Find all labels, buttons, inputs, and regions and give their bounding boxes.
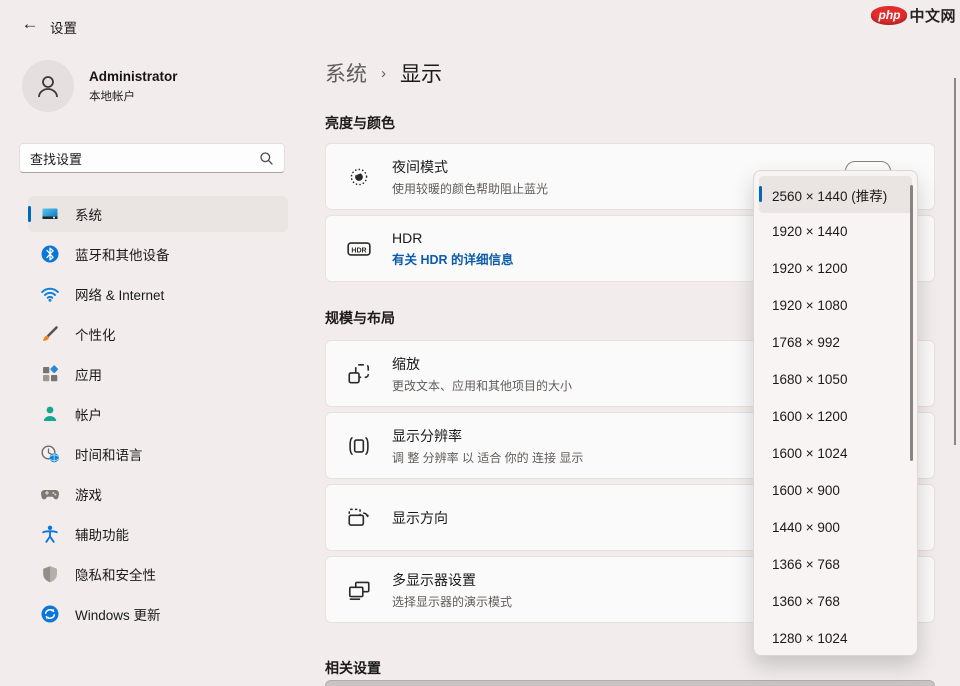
next-card-partial xyxy=(325,680,935,686)
account-name: Administrator xyxy=(89,69,178,84)
breadcrumb: 系统 › 显示 xyxy=(325,58,442,88)
sidebar-item-accessibility[interactable]: 辅助功能 xyxy=(28,516,288,552)
resolution-option[interactable]: 1920 × 1080 xyxy=(759,287,912,324)
sidebar-item-label: 游戏 xyxy=(75,484,102,504)
resolution-option[interactable]: 1360 × 768 xyxy=(759,583,912,620)
gamepad-icon xyxy=(40,484,60,504)
scale-title: 缩放 xyxy=(392,354,572,374)
scale-icon xyxy=(346,361,372,387)
apps-icon xyxy=(40,364,60,384)
resolution-icon xyxy=(346,433,372,459)
accessibility-icon xyxy=(40,524,60,544)
resolution-option[interactable]: 1600 × 1200 xyxy=(759,398,912,435)
sidebar: Administrator 本地帐户 查找设置 系统 xyxy=(0,46,310,686)
resolution-option[interactable]: 1280 × 1024 xyxy=(759,620,912,657)
multi-display-title: 多显示器设置 xyxy=(392,570,512,590)
resolution-subtitle: 调 整 分辨率 以 适合 你的 连接 显示 xyxy=(392,449,583,466)
sidebar-item-label: 隐私和安全性 xyxy=(75,564,156,584)
account-block[interactable]: Administrator 本地帐户 xyxy=(22,60,178,112)
resolution-option[interactable]: 1366 × 768 xyxy=(759,546,912,583)
sidebar-nav: 系统 蓝牙和其他设备 网络 & Internet xyxy=(28,196,288,636)
search-placeholder: 查找设置 xyxy=(30,149,259,168)
section-related-settings: 相关设置 xyxy=(325,658,381,678)
hdr-icon: HDR xyxy=(346,236,372,262)
resolution-option[interactable]: 2560 × 1440 (推荐) xyxy=(759,176,912,213)
dropdown-scrollbar[interactable] xyxy=(910,185,913,461)
sidebar-item-time-language[interactable]: 时间和语言 xyxy=(28,436,288,472)
title-bar: ← 设置 php 中文网 xyxy=(0,0,960,46)
sidebar-item-bluetooth[interactable]: 蓝牙和其他设备 xyxy=(28,236,288,272)
update-icon xyxy=(40,604,60,624)
wifi-icon xyxy=(40,284,60,304)
system-icon xyxy=(40,204,60,224)
sidebar-item-label: 应用 xyxy=(75,364,102,384)
resolution-option[interactable]: 1600 × 900 xyxy=(759,472,912,509)
shield-icon xyxy=(40,564,60,584)
multi-display-icon xyxy=(346,577,372,603)
night-light-subtitle: 使用较暖的颜色帮助阻止蓝光 xyxy=(392,180,548,197)
resolution-dropdown: 2560 × 1440 (推荐) 1920 × 1440 1920 × 1200… xyxy=(753,170,918,656)
orientation-icon xyxy=(346,505,372,531)
multi-display-subtitle: 选择显示器的演示模式 xyxy=(392,593,512,610)
search-icon xyxy=(259,151,274,166)
back-button[interactable]: ← xyxy=(18,13,42,35)
sidebar-item-label: 个性化 xyxy=(75,324,116,344)
breadcrumb-system[interactable]: 系统 xyxy=(325,58,367,88)
resolution-option[interactable]: 1920 × 1440 xyxy=(759,213,912,250)
chevron-right-icon: › xyxy=(381,65,386,82)
account-icon xyxy=(40,404,60,424)
night-light-title: 夜间模式 xyxy=(392,157,548,177)
search-input[interactable]: 查找设置 xyxy=(19,143,285,173)
hdr-info-link[interactable]: 有关 HDR 的详细信息 xyxy=(392,249,514,268)
section-scale-layout: 规模与布局 xyxy=(325,308,395,328)
person-icon xyxy=(33,71,63,101)
sidebar-item-network[interactable]: 网络 & Internet xyxy=(28,276,288,312)
bluetooth-icon xyxy=(40,244,60,264)
resolution-option[interactable]: 1440 × 900 xyxy=(759,509,912,546)
account-type: 本地帐户 xyxy=(89,88,178,104)
sidebar-item-system[interactable]: 系统 xyxy=(28,196,288,232)
sidebar-item-label: 帐户 xyxy=(75,404,102,424)
scale-subtitle: 更改文本、应用和其他项目的大小 xyxy=(392,377,572,394)
hdr-title: HDR xyxy=(392,230,514,246)
php-logo: php xyxy=(871,6,907,25)
resolution-title: 显示分辨率 xyxy=(392,426,583,446)
section-brightness-color: 亮度与颜色 xyxy=(325,113,395,133)
resolution-option[interactable]: 1680 × 1050 xyxy=(759,361,912,398)
clock-globe-icon xyxy=(40,444,60,464)
sidebar-item-gaming[interactable]: 游戏 xyxy=(28,476,288,512)
sidebar-item-label: Windows 更新 xyxy=(75,604,161,624)
sidebar-item-label: 网络 & Internet xyxy=(75,284,164,304)
brush-icon xyxy=(40,324,60,344)
avatar xyxy=(22,60,74,112)
sidebar-item-personalization[interactable]: 个性化 xyxy=(28,316,288,352)
app-title: 设置 xyxy=(50,17,77,37)
sidebar-item-accounts[interactable]: 帐户 xyxy=(28,396,288,432)
sidebar-item-privacy[interactable]: 隐私和安全性 xyxy=(28,556,288,592)
resolution-option[interactable]: 1600 × 1024 xyxy=(759,435,912,472)
watermark-text: 中文网 xyxy=(909,5,956,26)
orientation-title: 显示方向 xyxy=(392,508,448,528)
sidebar-item-apps[interactable]: 应用 xyxy=(28,356,288,392)
sidebar-item-windows-update[interactable]: Windows 更新 xyxy=(28,596,288,632)
resolution-option[interactable]: 1768 × 992 xyxy=(759,324,912,361)
sidebar-item-label: 辅助功能 xyxy=(75,524,129,544)
page-title: 显示 xyxy=(400,58,442,88)
sidebar-item-label: 蓝牙和其他设备 xyxy=(75,244,170,264)
night-light-icon xyxy=(346,164,372,190)
php-cn-watermark: php 中文网 xyxy=(871,5,956,26)
window-scrollbar[interactable] xyxy=(954,78,956,445)
sidebar-item-label: 系统 xyxy=(75,204,102,224)
svg-text:HDR: HDR xyxy=(351,247,366,254)
sidebar-item-label: 时间和语言 xyxy=(75,444,143,464)
resolution-option[interactable]: 1920 × 1200 xyxy=(759,250,912,287)
